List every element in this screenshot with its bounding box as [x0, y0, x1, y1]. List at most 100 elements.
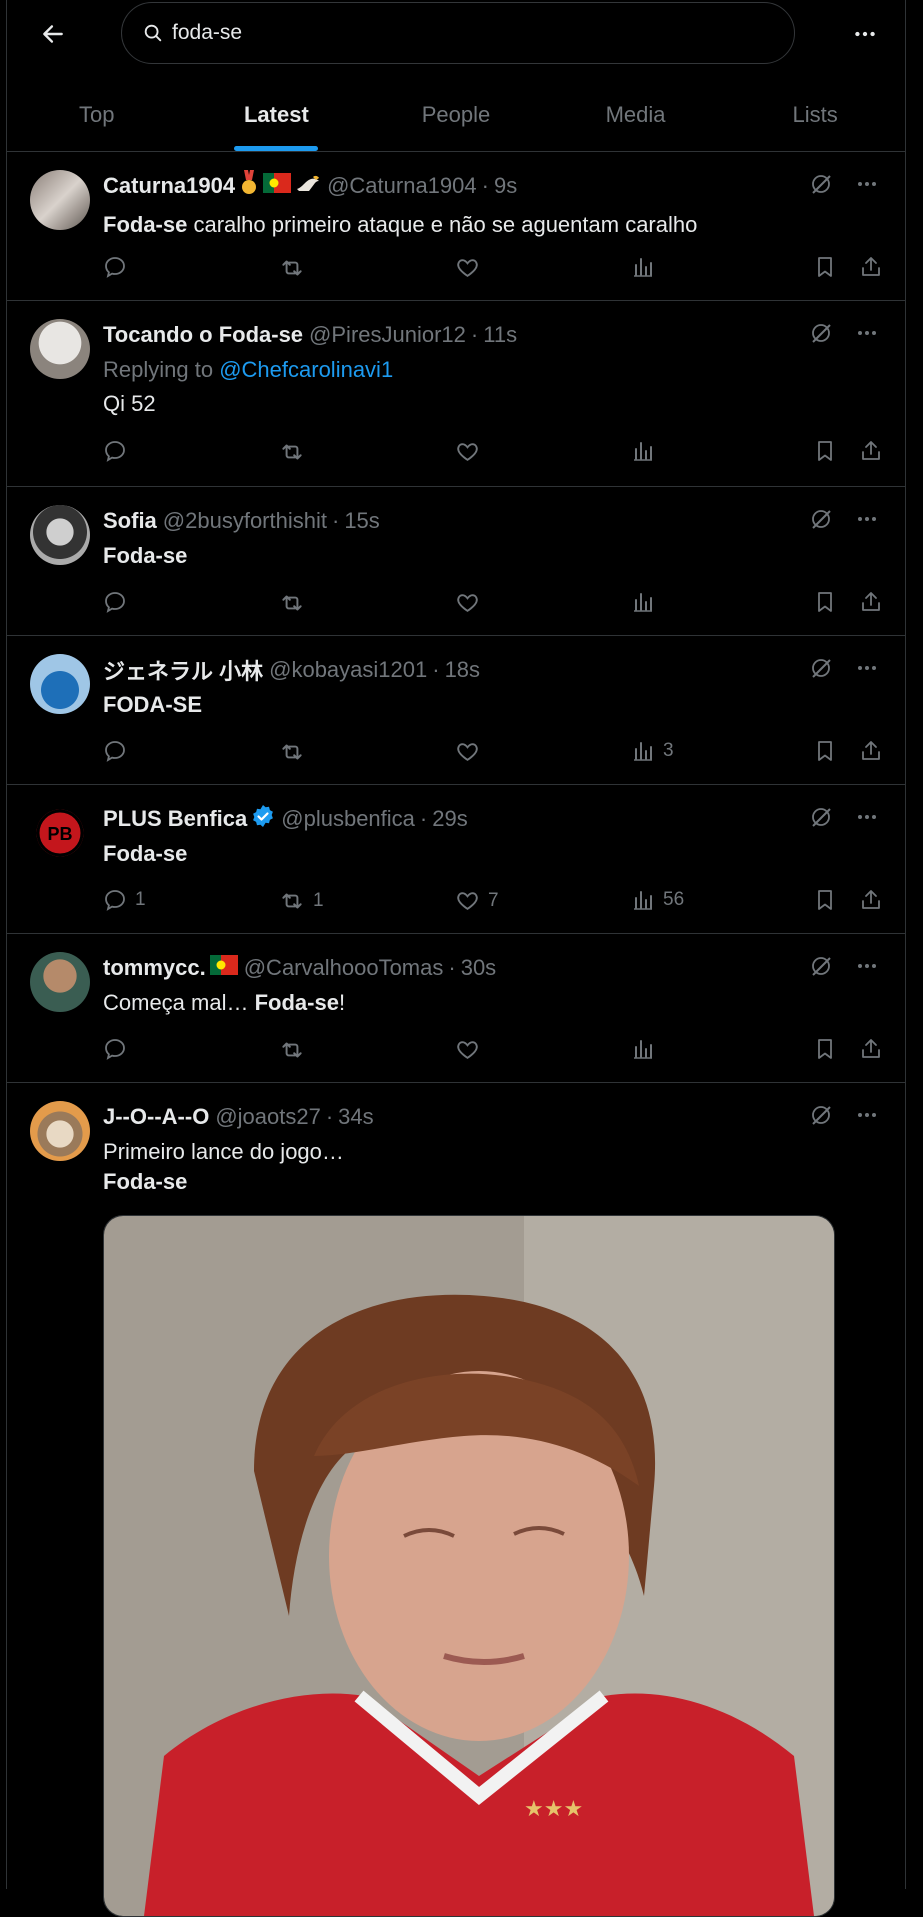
repost-button[interactable]	[279, 590, 305, 616]
grok-icon[interactable]	[809, 507, 833, 531]
post-time[interactable]: 34s	[338, 1104, 373, 1130]
reply-button[interactable]	[103, 739, 127, 763]
author-handle[interactable]: @PiresJunior12	[309, 322, 466, 348]
bookmark-button[interactable]	[813, 1037, 837, 1061]
post-time[interactable]: 9s	[494, 173, 517, 199]
separator-dot: ·	[470, 322, 479, 347]
reply-button[interactable]	[103, 1037, 127, 1061]
tab-top[interactable]: Top	[7, 80, 187, 151]
author-name[interactable]: tommycc.	[103, 955, 206, 981]
more-icon[interactable]	[855, 954, 879, 978]
post-item[interactable]: Sofia @2busyforthishit · 15s Foda-se	[7, 487, 905, 636]
repost-button[interactable]	[279, 439, 305, 465]
author-name[interactable]: J--O--A--O	[103, 1104, 209, 1130]
post-item[interactable]: Tocando o Foda-se @PiresJunior12 · 11s R…	[7, 301, 905, 487]
author-name[interactable]: Caturna1904	[103, 173, 235, 199]
views-button[interactable]: 3	[631, 739, 674, 763]
search-input[interactable]: foda-se	[121, 2, 795, 64]
tab-lists[interactable]: Lists	[725, 80, 905, 151]
grok-icon[interactable]	[809, 656, 833, 680]
reply-button[interactable]	[103, 590, 127, 614]
avatar[interactable]	[30, 505, 90, 565]
like-button[interactable]	[455, 255, 480, 280]
views-button[interactable]	[631, 439, 655, 463]
reply-button[interactable]	[103, 255, 127, 279]
reply-button[interactable]	[103, 439, 127, 463]
bookmark-button[interactable]	[813, 255, 837, 279]
avatar[interactable]	[30, 1101, 90, 1161]
grok-icon[interactable]	[809, 321, 833, 345]
author-name[interactable]: ジェネラル 小林	[103, 654, 263, 686]
tab-media[interactable]: Media	[546, 80, 726, 151]
views-button[interactable]	[631, 1037, 655, 1061]
reply-handle-link[interactable]: @Chefcarolinavi1	[219, 357, 393, 382]
more-options-button[interactable]	[845, 18, 885, 50]
post-time[interactable]: 18s	[445, 657, 480, 683]
search-query[interactable]: foda-se	[172, 21, 242, 45]
post-item[interactable]: PB PLUS Benfica @plusbenfica · 29s Foda-…	[7, 785, 905, 934]
repost-button[interactable]	[279, 255, 305, 281]
post-time[interactable]: 30s	[461, 955, 496, 981]
share-button[interactable]	[859, 255, 883, 279]
avatar[interactable]	[30, 319, 90, 379]
author-handle[interactable]: @CarvalhoooTomas	[244, 955, 444, 981]
more-icon[interactable]	[855, 1103, 879, 1127]
author-name[interactable]: Sofia	[103, 508, 157, 534]
more-icon[interactable]	[855, 805, 879, 829]
author-name[interactable]: Tocando o Foda-se	[103, 322, 303, 348]
author-handle[interactable]: @plusbenfica	[281, 806, 415, 832]
reply-button[interactable]: 1	[103, 888, 146, 912]
author-handle[interactable]: @Caturna1904	[327, 173, 477, 199]
post-item[interactable]: tommycc. @CarvalhoooTomas · 30s Começa m…	[7, 934, 905, 1083]
grok-icon[interactable]	[809, 1103, 833, 1127]
avatar[interactable]	[30, 952, 90, 1012]
like-button[interactable]: 7	[455, 888, 499, 913]
post-item[interactable]: Caturna1904 @Caturna1904 · 9s Foda-se ca…	[7, 152, 905, 301]
share-button[interactable]	[859, 590, 883, 614]
like-button[interactable]	[455, 439, 480, 464]
share-button[interactable]	[859, 1037, 883, 1061]
views-button[interactable]	[631, 590, 655, 614]
grok-icon[interactable]	[809, 172, 833, 196]
post-actions: 1 1 7 56	[103, 888, 893, 918]
more-icon[interactable]	[855, 656, 879, 680]
tab-people[interactable]: People	[366, 80, 546, 151]
repost-button[interactable]: 1	[279, 888, 324, 914]
like-button[interactable]	[455, 1037, 480, 1062]
tab-latest[interactable]: Latest	[187, 80, 367, 151]
search-header: foda-se Top Latest People Media Lists	[7, 0, 905, 152]
like-button[interactable]	[455, 590, 480, 615]
post-item[interactable]: J--O--A--O @joaots27 · 34s Primeiro lanc…	[7, 1083, 905, 1917]
more-icon[interactable]	[855, 507, 879, 531]
author-handle[interactable]: @2busyforthishit	[163, 508, 327, 534]
more-icon[interactable]	[855, 321, 879, 345]
post-time[interactable]: 11s	[483, 322, 517, 348]
post-time[interactable]: 15s	[344, 508, 379, 534]
post-time[interactable]: 29s	[432, 806, 467, 832]
share-button[interactable]	[859, 888, 883, 912]
views-button[interactable]	[631, 255, 655, 279]
back-button[interactable]	[33, 18, 73, 50]
bookmark-button[interactable]	[813, 590, 837, 614]
author-handle[interactable]: @kobayasi1201	[269, 657, 427, 683]
author-handle[interactable]: @joaots27	[215, 1104, 321, 1130]
repost-button[interactable]	[279, 739, 305, 765]
reply-icon	[103, 739, 127, 763]
post-media-image[interactable]: ★★★	[103, 1215, 835, 1917]
bookmark-button[interactable]	[813, 888, 837, 912]
grok-icon[interactable]	[809, 805, 833, 829]
post-item[interactable]: ジェネラル 小林 @kobayasi1201 · 18s FODA-SE 3	[7, 636, 905, 785]
more-icon[interactable]	[855, 172, 879, 196]
author-name[interactable]: PLUS Benfica	[103, 806, 247, 832]
share-button[interactable]	[859, 439, 883, 463]
views-button[interactable]: 56	[631, 888, 684, 912]
avatar[interactable]: PB	[30, 803, 90, 863]
bookmark-button[interactable]	[813, 439, 837, 463]
grok-icon[interactable]	[809, 954, 833, 978]
bookmark-button[interactable]	[813, 739, 837, 763]
like-button[interactable]	[455, 739, 480, 764]
avatar[interactable]	[30, 654, 90, 714]
avatar[interactable]	[30, 170, 90, 230]
repost-button[interactable]	[279, 1037, 305, 1063]
share-button[interactable]	[859, 739, 883, 763]
